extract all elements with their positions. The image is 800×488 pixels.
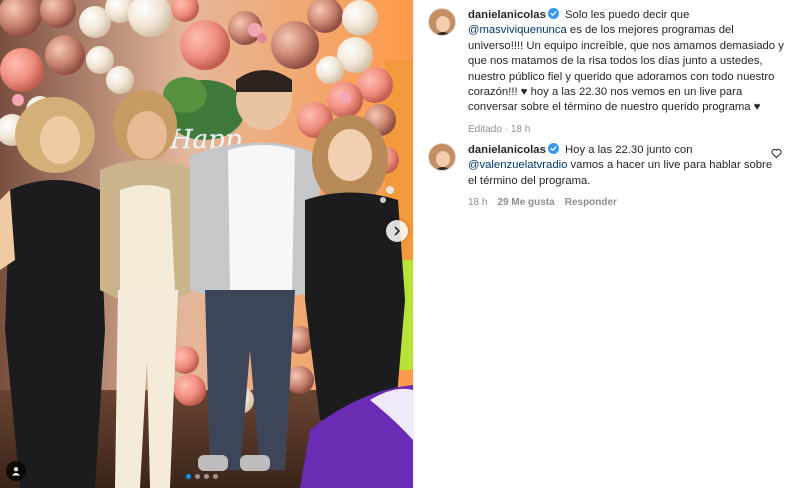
- carousel-dot: [204, 474, 209, 479]
- tagged-users-button[interactable]: [6, 461, 26, 481]
- comment-time[interactable]: 18 h: [468, 197, 487, 208]
- caption-timestamp[interactable]: 18 h: [511, 124, 530, 135]
- comment-meta: 18 h 29 Me gusta Responder: [468, 197, 788, 208]
- carousel-dot: [195, 474, 200, 479]
- caption-text-intro: Solo les puedo decir que: [565, 9, 690, 21]
- post-media[interactable]: Happ: [0, 0, 413, 488]
- carousel-dot: [186, 474, 191, 479]
- caption-time: Editado · 18 h: [468, 123, 531, 135]
- caption-text-body: es de los mejores programas del universo…: [468, 24, 784, 114]
- avatar[interactable]: [428, 143, 456, 171]
- verified-badge-icon: [547, 8, 559, 19]
- post-photo: Happ: [0, 0, 413, 488]
- comment-mention-link[interactable]: @valenzuelatvradio: [468, 159, 567, 171]
- comments-panel: danielanicolas Solo les puedo decir que …: [413, 0, 800, 488]
- comment-username[interactable]: danielanicolas: [468, 144, 546, 156]
- reply-button[interactable]: Responder: [565, 197, 617, 208]
- comment-likes-count[interactable]: 29 Me gusta: [497, 197, 554, 208]
- caption-username[interactable]: danielanicolas: [468, 9, 546, 21]
- user-icon: [12, 467, 20, 476]
- chevron-right-icon: [394, 226, 400, 236]
- comment-text-intro: Hoy a las 22.30 junto con: [565, 144, 693, 156]
- comment-item: danielanicolas Hoy a las 22.30 junto con…: [428, 143, 788, 208]
- verified-badge-icon: [547, 143, 559, 154]
- next-slide-button[interactable]: [386, 220, 408, 242]
- caption-mention-link[interactable]: @masviviquenunca: [468, 24, 567, 36]
- avatar[interactable]: [428, 8, 456, 36]
- caption-meta: Editado · 18 h: [468, 124, 788, 135]
- post-caption: danielanicolas Solo les puedo decir que …: [428, 8, 788, 135]
- carousel-indicator: [186, 474, 218, 479]
- edited-label: Editado: [468, 123, 502, 135]
- carousel-dot: [213, 474, 218, 479]
- like-heart-icon[interactable]: [771, 148, 782, 159]
